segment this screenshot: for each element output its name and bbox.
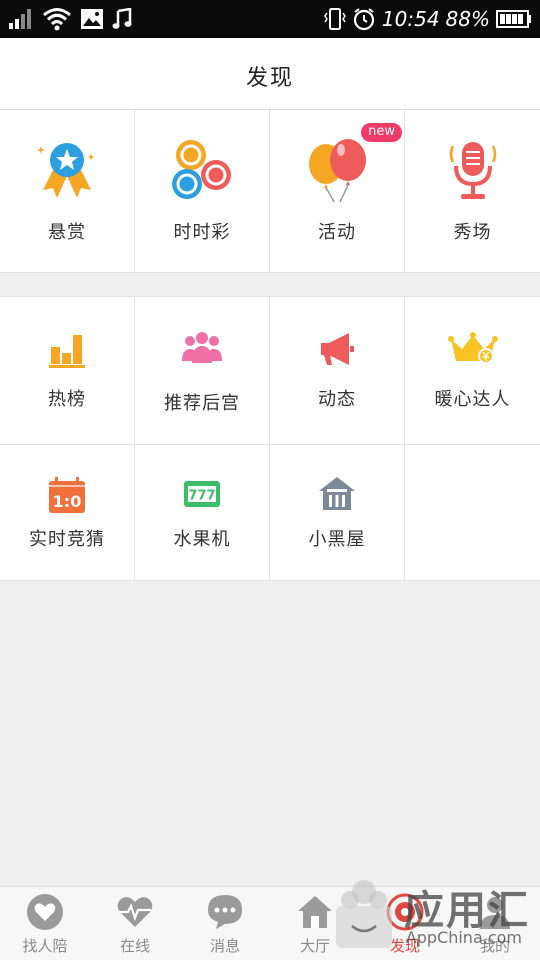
slot-machine-icon: 777 [184, 481, 220, 507]
watermark: 应用汇 AppChina.com [334, 876, 534, 956]
score-text: 1:0 [53, 492, 82, 511]
grid-item-label: 秀场 [453, 222, 492, 243]
grid-item-label: 时时彩 [173, 222, 231, 243]
page-title: 发现 [245, 66, 294, 91]
grid-item-empty [405, 445, 540, 581]
status-right: 10:54 88% [324, 6, 532, 32]
battery-icon [496, 10, 531, 28]
nav-tab-find-companion[interactable]: 找人陪 [0, 887, 90, 960]
grid-item-warm-master[interactable]: 暖心达人 [405, 297, 540, 445]
crown-icon [447, 332, 498, 364]
nav-label: 在线 [119, 937, 150, 955]
signal-icon [9, 9, 31, 29]
status-left [8, 6, 132, 32]
megaphone-icon [321, 333, 354, 365]
balloons-icon [309, 139, 366, 203]
nav-label: 找人陪 [22, 937, 68, 955]
grid-item-label: 小黑屋 [308, 529, 366, 550]
heartbeat-icon [117, 897, 153, 927]
alarm-icon [353, 8, 375, 31]
discover-grid-bottom: 热榜 推荐后宫 动态 暖心达人 1:0 实时竞猜 777 水果机 小黑屋 [0, 296, 540, 581]
grid-item-activity[interactable]: new 活动 [270, 110, 405, 273]
nav-label: 消息 [209, 937, 240, 955]
microphone-icon [449, 142, 496, 199]
watermark-subtext: AppChina.com [405, 928, 522, 947]
grid-item-fruit-machine[interactable]: 777 水果机 [135, 445, 270, 581]
discover-grid-top: 悬赏 时时彩 new 活动 秀场 [0, 110, 540, 273]
people-group-icon [182, 332, 222, 363]
slot-digits: 777 [188, 489, 215, 504]
grid-item-feed[interactable]: 动态 [270, 297, 405, 445]
status-time: 10:54 [381, 7, 440, 31]
battery-percent: 88% [445, 7, 490, 31]
grid-item-label: 悬赏 [48, 222, 86, 243]
grid-item-label: 水果机 [173, 529, 231, 550]
nav-tab-online[interactable]: 在线 [90, 887, 180, 960]
grid-item-label: 热榜 [48, 389, 86, 410]
grid-item-label: 活动 [318, 222, 356, 243]
grid-item-label: 动态 [318, 389, 356, 410]
status-bar: 10:54 88% [0, 0, 540, 38]
scoreboard-icon: 1:0 [49, 477, 85, 513]
lottery-balls-icon [172, 140, 231, 199]
wifi-icon [43, 8, 71, 31]
music-icon [112, 8, 132, 29]
nav-tab-messages[interactable]: 消息 [180, 887, 270, 960]
grid-item-lottery[interactable]: 时时彩 [135, 110, 270, 273]
heart-bubble-icon [27, 894, 63, 930]
bar-chart-icon [49, 335, 85, 368]
grid-item-label: 暖心达人 [434, 389, 511, 410]
grid-item-label: 实时竞猜 [29, 529, 105, 550]
grid-item-blackroom[interactable]: 小黑屋 [270, 445, 405, 581]
watermark-mascot-icon [336, 880, 392, 948]
image-icon [81, 9, 103, 29]
grid-item-live-guess[interactable]: 1:0 实时竞猜 [0, 445, 135, 581]
grid-item-show[interactable]: 秀场 [405, 110, 540, 273]
grid-item-reward[interactable]: 悬赏 [0, 110, 135, 273]
new-badge: new [361, 123, 402, 142]
chat-icon [208, 895, 242, 929]
grid-item-hot-rank[interactable]: 热榜 [0, 297, 135, 445]
grid-item-label: 推荐后宫 [164, 393, 240, 414]
header: 发现 [0, 38, 540, 110]
reward-ribbon-icon [37, 143, 94, 198]
grid-item-recommend[interactable]: 推荐后宫 [135, 297, 270, 445]
small-house-icon [319, 477, 355, 510]
vibrate-icon [324, 8, 346, 30]
